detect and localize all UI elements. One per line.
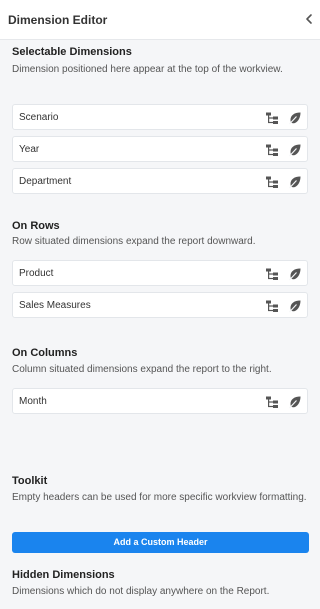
- hierarchy-icon[interactable]: [265, 267, 279, 281]
- hierarchy-icon[interactable]: [265, 175, 279, 189]
- chevron-left-icon[interactable]: [302, 11, 316, 27]
- leaf-icon[interactable]: [288, 111, 302, 125]
- section-desc-selectable: Dimension positioned here appear at the …: [12, 64, 283, 75]
- section-title-hidden: Hidden Dimensions: [12, 569, 115, 581]
- leaf-icon[interactable]: [288, 299, 302, 313]
- hierarchy-icon[interactable]: [265, 143, 279, 157]
- section-title-columns: On Columns: [12, 347, 78, 359]
- leaf-icon[interactable]: [288, 395, 302, 409]
- dimension-item-product[interactable]: Product: [12, 260, 308, 286]
- dimension-item-department[interactable]: Department: [12, 168, 308, 194]
- hierarchy-icon[interactable]: [265, 299, 279, 313]
- leaf-icon[interactable]: [288, 143, 302, 157]
- dimension-label: Month: [19, 396, 47, 407]
- section-desc-toolkit: Empty headers can be used for more speci…: [12, 492, 307, 503]
- dimension-label: Sales Measures: [19, 300, 91, 311]
- dimension-label: Year: [19, 144, 40, 155]
- hierarchy-icon[interactable]: [265, 111, 279, 125]
- dimension-item-year[interactable]: Year: [12, 136, 308, 162]
- leaf-icon[interactable]: [288, 267, 302, 281]
- dimension-item-month[interactable]: Month: [12, 388, 308, 414]
- dimension-item-sales-measures[interactable]: Sales Measures: [12, 292, 308, 318]
- hierarchy-icon[interactable]: [265, 395, 279, 409]
- dimension-editor-panel: Dimension Editor Selectable Dimensions D…: [0, 0, 320, 609]
- leaf-icon[interactable]: [288, 175, 302, 189]
- dimension-label: Department: [19, 176, 72, 187]
- section-desc-columns: Column situated dimensions expand the re…: [12, 364, 272, 375]
- section-desc-hidden: Dimensions which do not display anywhere…: [12, 586, 270, 597]
- dimension-item-scenario[interactable]: Scenario: [12, 104, 308, 130]
- panel-title: Dimension Editor: [8, 13, 108, 27]
- add-custom-header-button[interactable]: Add a Custom Header: [12, 532, 309, 553]
- section-title-toolkit: Toolkit: [12, 475, 48, 487]
- dimension-label: Scenario: [19, 112, 59, 123]
- section-title-selectable: Selectable Dimensions: [12, 46, 132, 58]
- section-title-rows: On Rows: [12, 220, 60, 232]
- panel-header: Dimension Editor: [0, 0, 320, 40]
- dimension-label: Product: [19, 268, 54, 279]
- section-desc-rows: Row situated dimensions expand the repor…: [12, 236, 256, 247]
